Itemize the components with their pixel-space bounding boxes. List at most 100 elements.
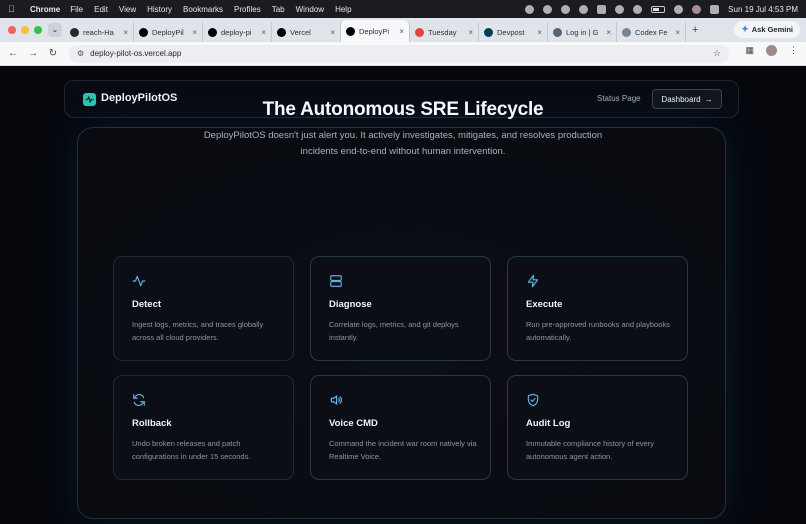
browser-tab[interactable]: reach-Ha × bbox=[65, 22, 134, 42]
apple-icon[interactable]:  bbox=[8, 4, 24, 14]
browser-tab[interactable]: Codex Fe × bbox=[617, 22, 686, 42]
tab-label: Vercel bbox=[290, 27, 311, 37]
speaker-icon bbox=[329, 393, 343, 407]
tab-label: DeployPil bbox=[152, 27, 184, 37]
menu-history[interactable]: History bbox=[147, 5, 172, 14]
sparkle-icon[interactable] bbox=[561, 4, 571, 14]
devpost-icon bbox=[484, 27, 493, 37]
new-tab-plus-icon[interactable]: + bbox=[692, 24, 698, 36]
feature-description: Immutable compliance history of every au… bbox=[526, 439, 654, 461]
back-arrow-icon[interactable]: ← bbox=[3, 48, 23, 59]
tab-label: Tuesday bbox=[428, 27, 457, 37]
feature-description: Correlate logs, metrics, and git deploys… bbox=[329, 320, 459, 342]
browser-tab[interactable]: Log in | G × bbox=[548, 22, 617, 42]
close-window-button[interactable] bbox=[8, 26, 16, 34]
maximize-window-button[interactable] bbox=[34, 26, 42, 34]
close-tab-icon[interactable]: × bbox=[123, 28, 128, 37]
tab-label: reach-Ha bbox=[83, 27, 114, 37]
menu-file[interactable]: File bbox=[70, 5, 83, 14]
menu-tab[interactable]: Tab bbox=[272, 5, 285, 14]
menu-extras: Sun 19 Jul 4:53 PM bbox=[525, 0, 798, 18]
focus-icon[interactable] bbox=[633, 4, 643, 14]
ask-gemini-button[interactable]: ✦ Ask Gemini bbox=[734, 21, 800, 38]
feature-card-audit-log: Audit Log Immutable compliance history of… bbox=[507, 375, 688, 480]
browser-tab[interactable]: Vercel × bbox=[272, 22, 341, 42]
feature-card-diagnose: Diagnose Correlate logs, metrics, and git… bbox=[310, 256, 491, 361]
feature-description: Undo broken releases and patch configura… bbox=[132, 439, 251, 461]
browser-tab[interactable]: DeployPi × bbox=[341, 20, 410, 42]
tab-label: deploy-pi bbox=[221, 27, 252, 37]
feature-title: Audit Log bbox=[526, 418, 571, 429]
menu-clock[interactable]: Sun 19 Jul 4:53 PM bbox=[728, 5, 798, 14]
window-controls bbox=[8, 26, 42, 34]
gemini-sparkle-icon: ✦ bbox=[741, 24, 749, 34]
feature-title: Voice CMD bbox=[329, 418, 378, 429]
shield-check-icon bbox=[526, 393, 540, 407]
status-app-icon[interactable] bbox=[525, 4, 535, 14]
browser-tab[interactable]: deploy-pi × bbox=[203, 22, 272, 42]
vercel-icon bbox=[277, 27, 286, 37]
display-icon[interactable] bbox=[597, 4, 607, 14]
menu-app-name[interactable]: Chrome bbox=[30, 5, 60, 14]
address-url[interactable]: deploy-pilot-os.vercel.app bbox=[90, 49, 713, 58]
feature-description: Run pre-approved runbooks and playbooks … bbox=[526, 320, 670, 342]
profile-avatar-icon[interactable] bbox=[766, 45, 777, 56]
cloud-icon[interactable] bbox=[543, 4, 553, 14]
tab-label: Codex Fe bbox=[635, 27, 668, 37]
close-tab-icon[interactable]: × bbox=[468, 28, 473, 37]
close-tab-icon[interactable]: × bbox=[606, 28, 611, 37]
browser-tab[interactable]: Devpost × bbox=[479, 22, 548, 42]
bookmark-star-icon[interactable]: ☆ bbox=[713, 48, 721, 59]
close-tab-icon[interactable]: × bbox=[675, 28, 680, 37]
github-icon bbox=[70, 27, 79, 37]
bolt-icon bbox=[526, 274, 540, 288]
vercel-icon bbox=[208, 27, 217, 37]
more-menu-icon[interactable]: ⋮ bbox=[789, 45, 798, 56]
codex-icon bbox=[622, 27, 631, 37]
site-info-icon[interactable]: ⚙ bbox=[77, 49, 84, 58]
spotlight-icon[interactable] bbox=[674, 4, 684, 14]
battery-icon[interactable] bbox=[651, 5, 666, 13]
refresh-icon bbox=[132, 393, 146, 407]
feature-title: Rollback bbox=[132, 418, 172, 429]
login-icon bbox=[553, 27, 562, 37]
ask-gemini-label: Ask Gemini bbox=[751, 25, 793, 34]
menu-bookmarks[interactable]: Bookmarks bbox=[183, 5, 223, 14]
tab-label: Log in | G bbox=[566, 27, 599, 37]
tab-label: DeployPi bbox=[359, 26, 390, 36]
control-center-icon[interactable] bbox=[710, 4, 720, 14]
close-tab-icon[interactable]: × bbox=[261, 28, 266, 37]
tab-search-chevron-icon[interactable]: ⌄ bbox=[48, 23, 62, 37]
tab-label: Devpost bbox=[497, 27, 525, 37]
menu-edit[interactable]: Edit bbox=[94, 5, 108, 14]
page-title: The Autonomous SRE Lifecycle bbox=[262, 99, 544, 120]
forward-arrow-icon[interactable]: → bbox=[23, 48, 43, 59]
browser-toolbar: ← → ↻ ⚙ deploy-pilot-os.vercel.app ☆ ▦ ⋮ bbox=[0, 42, 806, 66]
feature-title: Execute bbox=[526, 299, 563, 310]
close-tab-icon[interactable]: × bbox=[192, 28, 197, 37]
feature-card-execute: Execute Run pre-approved runbooks and pla… bbox=[507, 256, 688, 361]
minimize-window-button[interactable] bbox=[21, 26, 29, 34]
server-icon bbox=[329, 274, 343, 288]
browser-tab[interactable]: Tuesday × bbox=[410, 22, 479, 42]
feature-card-detect: Detect Ingest logs, metrics, and traces g… bbox=[113, 256, 294, 361]
menu-window[interactable]: Window bbox=[296, 5, 324, 14]
spotify-icon[interactable] bbox=[579, 4, 589, 14]
page-subtitle: DeployPilotOS doesn't just alert you. It… bbox=[203, 130, 603, 157]
close-tab-icon[interactable]: × bbox=[399, 27, 404, 36]
close-tab-icon[interactable]: × bbox=[330, 28, 335, 37]
close-tab-icon[interactable]: × bbox=[537, 28, 542, 37]
macos-menu-bar:  Chrome File Edit View History Bookmark… bbox=[0, 0, 806, 18]
reload-icon[interactable]: ↻ bbox=[43, 48, 63, 59]
menu-profiles[interactable]: Profiles bbox=[234, 5, 261, 14]
browser-tab[interactable]: DeployPil × bbox=[134, 22, 203, 42]
toolbar-right: ▦ ⋮ bbox=[745, 45, 798, 56]
menu-view[interactable]: View bbox=[119, 5, 136, 14]
menu-help[interactable]: Help bbox=[335, 5, 351, 14]
address-bar[interactable]: ⚙ deploy-pilot-os.vercel.app ☆ bbox=[69, 44, 729, 63]
user-avatar-icon[interactable] bbox=[692, 4, 702, 14]
extensions-puzzle-icon[interactable]: ▦ bbox=[745, 45, 754, 56]
feature-title: Detect bbox=[132, 299, 162, 310]
vercel-icon bbox=[139, 27, 148, 37]
wifi-icon[interactable] bbox=[615, 4, 625, 14]
